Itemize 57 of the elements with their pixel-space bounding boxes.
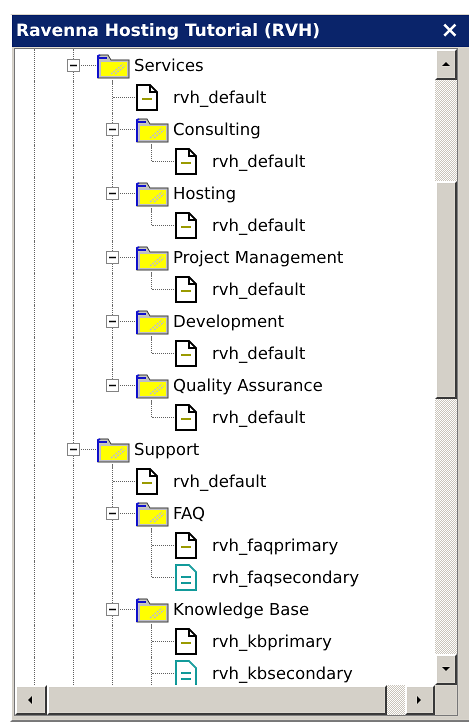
expander-button[interactable] <box>106 187 119 200</box>
tree-item[interactable]: rvh_default <box>210 280 306 298</box>
document-icon <box>136 84 158 110</box>
tree-item[interactable]: Support <box>132 440 200 458</box>
folder-icon <box>136 500 169 526</box>
tree-item[interactable]: Hosting <box>171 184 236 202</box>
document-icon <box>175 212 197 238</box>
tree-item[interactable]: Services <box>132 56 204 74</box>
tree-item[interactable]: rvh_faqprimary <box>210 536 338 554</box>
document-icon <box>175 340 197 366</box>
scroll-up-button[interactable] <box>435 49 457 80</box>
tree-item[interactable]: rvh_kbprimary <box>210 632 332 650</box>
scrollbar-thumb[interactable] <box>47 685 387 715</box>
expander-button[interactable] <box>106 123 119 136</box>
folder-icon <box>97 436 130 462</box>
document-icon <box>175 564 197 590</box>
document-icon <box>175 276 197 302</box>
folder-icon <box>97 52 130 78</box>
tree-item[interactable]: rvh_default <box>210 216 306 234</box>
document-icon <box>175 532 197 558</box>
expander-button[interactable] <box>67 59 80 72</box>
folder-icon <box>136 244 169 270</box>
folder-icon <box>136 596 169 622</box>
document-icon <box>175 628 197 654</box>
tree-item[interactable]: rvh_default <box>171 88 266 106</box>
close-button[interactable]: × <box>436 20 463 42</box>
scroll-left-button[interactable] <box>15 685 47 715</box>
folder-icon <box>136 116 169 142</box>
vertical-scrollbar[interactable] <box>435 49 457 685</box>
tree-item[interactable]: Project Management <box>171 248 344 266</box>
expander-button[interactable] <box>67 443 80 456</box>
document-icon <box>175 404 197 430</box>
tree-item[interactable]: rvh_default <box>171 472 266 490</box>
scrollbar-thumb[interactable] <box>435 181 457 399</box>
tree-item[interactable]: rvh_default <box>210 408 306 426</box>
tree-item[interactable]: Consulting <box>171 120 261 138</box>
tree-item[interactable]: rvh_default <box>210 344 306 362</box>
tree-item[interactable]: rvh_faqsecondary <box>210 568 360 586</box>
folder-icon <box>136 372 169 398</box>
expander-button[interactable] <box>106 603 119 616</box>
folder-icon <box>136 308 169 334</box>
tree-item[interactable]: rvh_kbsecondary <box>210 664 353 682</box>
window-title: Ravenna Hosting Tutorial (RVH) <box>16 21 320 41</box>
scroll-right-button[interactable] <box>405 685 435 715</box>
expander-button[interactable] <box>106 379 119 392</box>
tree-item[interactable]: rvh_default <box>210 152 306 170</box>
tree-item[interactable]: Quality Assurance <box>171 376 323 394</box>
document-icon <box>136 468 158 494</box>
expander-button[interactable] <box>106 251 119 264</box>
tree-item[interactable]: FAQ <box>171 504 205 522</box>
document-icon <box>175 148 197 174</box>
tree-item[interactable]: Development <box>171 312 284 330</box>
tree-item[interactable]: Knowledge Base <box>171 600 310 618</box>
scroll-down-button[interactable] <box>435 654 457 685</box>
folder-icon <box>136 180 169 206</box>
expander-button[interactable] <box>106 507 119 520</box>
expander-button[interactable] <box>106 315 119 328</box>
